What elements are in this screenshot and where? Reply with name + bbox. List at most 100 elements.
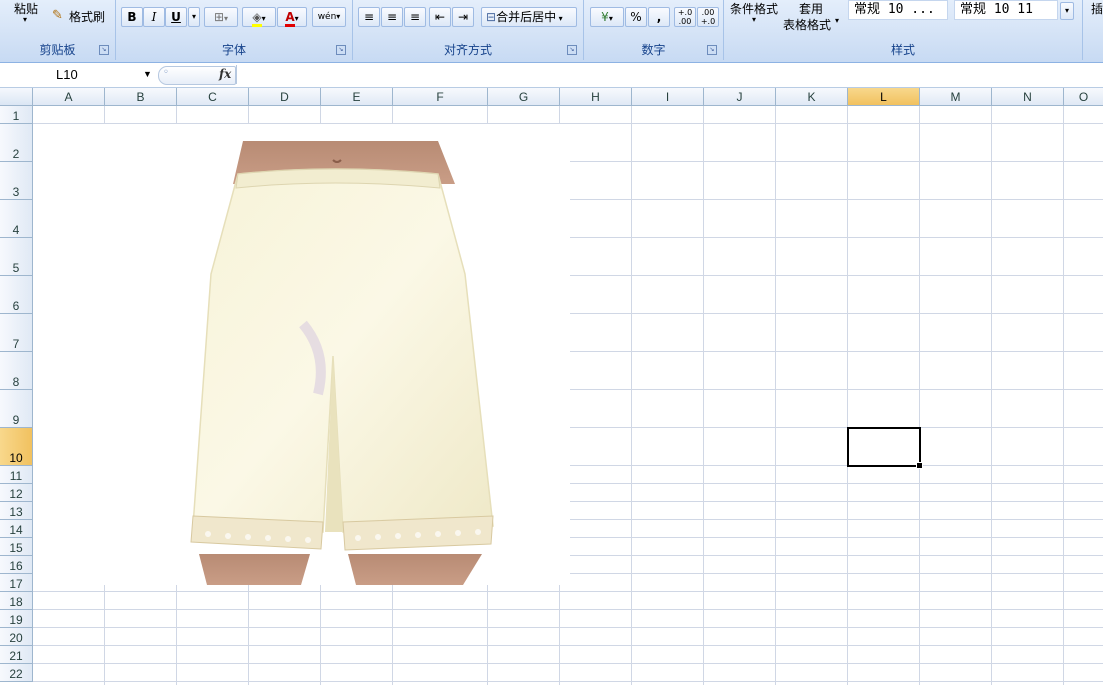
bold-button[interactable]: B bbox=[121, 7, 143, 27]
clipboard-launcher-icon[interactable]: ↘ bbox=[99, 45, 109, 55]
row-header-2[interactable]: 2 bbox=[0, 124, 33, 162]
column-header-A[interactable]: A bbox=[33, 88, 105, 106]
product-picture[interactable] bbox=[33, 124, 570, 585]
comma-button[interactable]: , bbox=[648, 7, 670, 27]
phonetic-button[interactable]: wén▾ bbox=[312, 7, 346, 27]
ribbon: 粘贴 ▾ ✎ 格式刷 剪贴板 ↘ B I U ▾ ⊞▾ ◈▾ A▾ wén▾ 字… bbox=[0, 0, 1103, 63]
align-right-button[interactable]: ≡ bbox=[404, 7, 426, 27]
row-header-20[interactable]: 20 bbox=[0, 628, 33, 646]
styles-scroll-icon[interactable]: ▾ bbox=[1060, 2, 1074, 20]
column-gridline bbox=[775, 106, 776, 685]
row-header-18[interactable]: 18 bbox=[0, 592, 33, 610]
decrease-decimal-button[interactable]: .00 +.0 bbox=[697, 7, 719, 27]
decrease-indent-icon: ⇤ bbox=[434, 10, 446, 24]
row-header-10[interactable]: 10 bbox=[0, 428, 33, 466]
column-gridline bbox=[919, 106, 920, 685]
row-header-17[interactable]: 17 bbox=[0, 574, 33, 592]
row-header-4[interactable]: 4 bbox=[0, 200, 33, 238]
column-header-N[interactable]: N bbox=[992, 88, 1064, 106]
column-header-G[interactable]: G bbox=[488, 88, 560, 106]
merge-center-button[interactable]: ⊟合并后居中 ▾ bbox=[481, 7, 577, 27]
table-format-dropdown-icon[interactable]: ▾ bbox=[835, 16, 839, 25]
row-number: 11 bbox=[9, 469, 23, 483]
insert-button[interactable]: 插 bbox=[1091, 0, 1103, 17]
row-header-15[interactable]: 15 bbox=[0, 538, 33, 556]
select-all-button[interactable] bbox=[0, 88, 33, 106]
column-header-L[interactable]: L bbox=[848, 88, 920, 106]
underline-button[interactable]: U bbox=[165, 7, 187, 27]
italic-button[interactable]: I bbox=[143, 7, 165, 27]
column-header-E[interactable]: E bbox=[321, 88, 393, 106]
accounting-dropdown-icon: ▾ bbox=[608, 14, 613, 23]
underline-dropdown-icon[interactable]: ▾ bbox=[188, 7, 200, 27]
format-painter-button[interactable]: 格式刷 bbox=[69, 8, 105, 25]
row-number: 19 bbox=[9, 613, 23, 627]
shorts-shape bbox=[192, 168, 494, 533]
active-cell-L10[interactable] bbox=[847, 427, 923, 469]
column-header-H[interactable]: H bbox=[560, 88, 632, 106]
row-number: 2 bbox=[12, 147, 20, 161]
align-left-button[interactable]: ≡ bbox=[358, 7, 380, 27]
column-header-I[interactable]: I bbox=[632, 88, 704, 106]
fill-dropdown-icon: ▾ bbox=[261, 14, 266, 23]
column-header-K[interactable]: K bbox=[776, 88, 848, 106]
row-number: 3 bbox=[12, 185, 20, 199]
row-header-21[interactable]: 21 bbox=[0, 646, 33, 664]
row-number: 22 bbox=[9, 667, 23, 681]
row-header-7[interactable]: 7 bbox=[0, 314, 33, 352]
accounting-format-button[interactable]: ¥▾ bbox=[590, 7, 624, 27]
increase-decimal-button[interactable]: +.0 .00 bbox=[674, 7, 696, 27]
percent-button[interactable]: % bbox=[625, 7, 647, 27]
column-header-C[interactable]: C bbox=[177, 88, 249, 106]
row-number: 9 bbox=[12, 413, 20, 427]
row-header-1[interactable]: 1 bbox=[0, 106, 33, 124]
row-header-5[interactable]: 5 bbox=[0, 238, 33, 276]
column-header-F[interactable]: F bbox=[393, 88, 488, 106]
row-header-11[interactable]: 11 bbox=[0, 466, 33, 484]
name-box-dropdown-icon[interactable]: ▼ bbox=[143, 65, 152, 84]
column-header-D[interactable]: D bbox=[249, 88, 321, 106]
row-header-19[interactable]: 19 bbox=[0, 610, 33, 628]
row-header-8[interactable]: 8 bbox=[0, 352, 33, 390]
conditional-format-dropdown-icon[interactable]: ▾ bbox=[752, 15, 756, 24]
number-launcher-icon[interactable]: ↘ bbox=[707, 45, 717, 55]
alignment-launcher-icon[interactable]: ↘ bbox=[567, 45, 577, 55]
column-header-O[interactable]: O bbox=[1064, 88, 1103, 106]
font-launcher-icon[interactable]: ↘ bbox=[336, 45, 346, 55]
column-gridline bbox=[1063, 106, 1064, 685]
row-number: 10 bbox=[9, 451, 23, 465]
row-number: 20 bbox=[9, 631, 23, 645]
decrease-indent-button[interactable]: ⇤ bbox=[429, 7, 451, 27]
column-header-B[interactable]: B bbox=[105, 88, 177, 106]
merge-icon: ⊟ bbox=[486, 10, 497, 24]
table-format-line1[interactable]: 套用 bbox=[799, 0, 823, 17]
cell-style-1[interactable]: 常规 10 ... bbox=[848, 0, 948, 20]
row-number: 6 bbox=[12, 299, 20, 313]
expand-handle-icon[interactable]: ◦ bbox=[163, 67, 169, 78]
row-header-14[interactable]: 14 bbox=[0, 520, 33, 538]
row-header-12[interactable]: 12 bbox=[0, 484, 33, 502]
row-header-3[interactable]: 3 bbox=[0, 162, 33, 200]
worksheet-grid: ABCDEFGHIJKLMNO 1 2 3 4 5 6 7 8 9 10 11 12 13 14 15 16 1… bbox=[0, 88, 1103, 685]
table-format-button[interactable]: 表格格式 bbox=[783, 16, 831, 33]
name-box[interactable]: L10 ▼ bbox=[0, 65, 155, 84]
row-header-13[interactable]: 13 bbox=[0, 502, 33, 520]
row-header-16[interactable]: 16 bbox=[0, 556, 33, 574]
row-header-22[interactable]: 22 bbox=[0, 664, 33, 682]
column-header-M[interactable]: M bbox=[920, 88, 992, 106]
border-dropdown-icon: ▾ bbox=[224, 14, 229, 23]
align-center-button[interactable]: ≡ bbox=[381, 7, 403, 27]
column-header-J[interactable]: J bbox=[704, 88, 776, 106]
row-header-6[interactable]: 6 bbox=[0, 276, 33, 314]
fill-color-button[interactable]: ◈▾ bbox=[242, 7, 276, 27]
insert-function-button[interactable]: fx bbox=[219, 67, 231, 81]
font-color-button[interactable]: A▾ bbox=[277, 7, 307, 27]
increase-indent-button[interactable]: ⇥ bbox=[452, 7, 474, 27]
fill-handle[interactable] bbox=[916, 462, 923, 469]
border-button[interactable]: ⊞▾ bbox=[204, 7, 238, 27]
cell-style-2[interactable]: 常规 10 11 bbox=[954, 0, 1058, 20]
row-gridline bbox=[33, 627, 1103, 628]
paste-dropdown-icon[interactable]: ▾ bbox=[23, 15, 27, 24]
row-header-9[interactable]: 9 bbox=[0, 390, 33, 428]
formula-input[interactable] bbox=[236, 65, 1103, 84]
